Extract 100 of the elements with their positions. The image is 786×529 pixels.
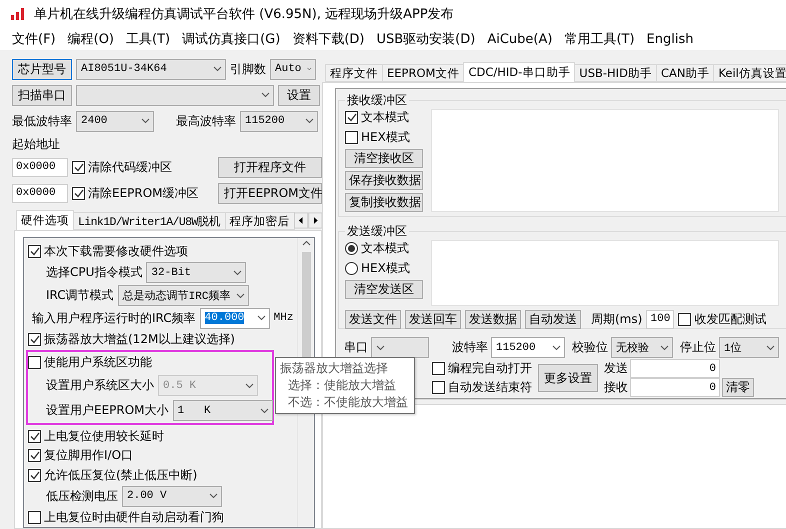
menu-item[interactable]: 资料下载(D) (286, 30, 370, 48)
menu-item[interactable]: 文件(F) (6, 30, 62, 48)
tab[interactable]: CAN助手 (656, 64, 714, 82)
checkbox[interactable] (28, 356, 41, 370)
option-label: 上电复位时由硬件自动启动看门狗 (44, 508, 224, 526)
checkbox[interactable] (432, 362, 445, 376)
group-title: 接收缓冲区 (346, 92, 408, 109)
menu-item[interactable]: 编程(O) (62, 30, 120, 48)
radio-button[interactable] (345, 262, 358, 275)
checkbox[interactable] (72, 186, 85, 200)
serial-label: 波特率 (452, 339, 488, 356)
checkbox-label: HEX模式 (361, 129, 410, 146)
tab[interactable]: 程序加密后 (224, 212, 295, 230)
checkbox-label: 编程完自动打开 (448, 360, 532, 378)
send-action-button[interactable]: 发送文件 (345, 310, 401, 328)
send-action-button[interactable]: 自动发送 (525, 310, 581, 328)
chevron-down-icon (766, 344, 775, 351)
open-file-button[interactable]: 打开EEPROM文件 (218, 182, 322, 204)
tab[interactable]: USB-HID助手 (574, 64, 657, 82)
option-select[interactable]: 2.00 V (122, 486, 222, 507)
checkbox[interactable] (678, 312, 692, 326)
send-action-button[interactable]: 发送数据 (465, 310, 521, 328)
serial-label: 停止位 (680, 339, 716, 356)
option-label: 设置用户系统区大小 (46, 377, 154, 394)
menu-item[interactable]: 工具(T) (120, 30, 176, 48)
option-select[interactable]: 总是动态调节IRC频率 (118, 285, 250, 306)
chevron-down-icon (233, 270, 242, 276)
frequency-combo[interactable]: 40.000 (200, 308, 270, 329)
option-label: 低压检测电压 (46, 488, 118, 505)
counter-label: 接收 (604, 379, 628, 396)
serial-select[interactable]: 115200 (491, 337, 565, 358)
checkbox-label: 自动发送结束符 (448, 379, 532, 396)
chip-type-button[interactable]: 芯片型号 (12, 58, 72, 80)
tab[interactable]: CDC/HID-串口助手 (463, 62, 576, 82)
serial-select[interactable]: 无校验 (611, 337, 673, 358)
reset-button[interactable]: 清零 (722, 378, 754, 398)
scroll-arrows-icon[interactable] (294, 212, 322, 229)
serial-label: 串口 (344, 339, 368, 356)
more-settings-button[interactable]: 更多设置 (538, 364, 598, 392)
chevron-down-icon (256, 315, 266, 322)
period-field[interactable]: 100 (646, 310, 674, 328)
counter-field: 0 (630, 359, 720, 378)
address-field[interactable]: 0x0000 (12, 184, 68, 202)
tab[interactable]: Link1D/Writer1A/U8W脱机 (73, 212, 226, 230)
chevron-down-icon (209, 493, 218, 500)
radio-button[interactable] (345, 242, 358, 255)
serial-select[interactable]: 1位 (719, 337, 779, 358)
option-select[interactable]: 32-Bit (146, 262, 246, 284)
chevron-down-icon (260, 408, 269, 414)
option-label: 允许低压复位(禁止低压中断) (44, 466, 198, 484)
tab[interactable]: 硬件选项 (16, 210, 74, 230)
option-label: 复位脚用作I/O口 (44, 447, 134, 464)
receive-button[interactable]: 清空接收区 (345, 149, 423, 168)
settings-button[interactable]: 设置 (278, 84, 320, 106)
chip-model-select[interactable]: AI8051U-34K64 (76, 58, 226, 80)
tooltip-title: 振荡器放大增益选择 (280, 360, 389, 377)
chevron-down-icon (552, 344, 561, 351)
max-baud-select[interactable]: 115200 (240, 110, 318, 132)
menu-item[interactable]: AiCube(A) (481, 32, 558, 46)
chevron-down-icon (660, 344, 669, 351)
option-label: 本次下载需要修改硬件选项 (44, 243, 188, 260)
min-baud-label: 最低波特率 (12, 112, 72, 130)
checkbox[interactable] (345, 111, 358, 124)
chevron-down-icon (261, 92, 270, 98)
address-field[interactable]: 0x0000 (12, 158, 68, 176)
checkbox[interactable] (28, 468, 41, 482)
send-action-button[interactable]: 发送回车 (405, 310, 461, 328)
checkbox[interactable] (28, 245, 41, 258)
chevron-down-icon (307, 66, 312, 72)
min-baud-select[interactable]: 2400 (76, 110, 154, 132)
tooltip-line: 选择：使能放大增益 (287, 377, 397, 394)
tooltip-line: 不选：不使能放大增益 (287, 394, 408, 411)
checkbox[interactable] (345, 131, 358, 144)
option-label: 上电复位使用较长延时 (44, 428, 164, 446)
checkbox[interactable] (28, 333, 41, 346)
clear-send-button[interactable]: 清空发送区 (345, 280, 423, 299)
tab[interactable]: 程序文件 (325, 64, 383, 82)
serial-select[interactable] (371, 337, 429, 358)
checkbox[interactable] (28, 510, 41, 524)
period-label: 周期(ms) (591, 310, 642, 328)
menu-item[interactable]: English (640, 32, 700, 46)
menu-item[interactable]: 调试仿真接口(G) (176, 30, 286, 48)
scan-port-button[interactable]: 扫描串口 (12, 84, 72, 106)
menu-item[interactable]: 常用工具(T) (558, 30, 641, 48)
checkbox[interactable] (28, 430, 41, 444)
radio-label: 文本模式 (361, 240, 409, 257)
menu-item[interactable]: USB驱动安装(D) (370, 30, 482, 48)
checkbox-label: 清除代码缓冲区 (88, 158, 172, 176)
checkbox[interactable] (28, 449, 41, 462)
open-file-button[interactable]: 打开程序文件 (218, 156, 322, 178)
receive-button[interactable]: 保存接收数据 (345, 171, 423, 190)
checkbox[interactable] (72, 160, 85, 174)
tab[interactable]: EEPROM文件 (382, 64, 464, 82)
checkbox[interactable] (432, 381, 445, 394)
option-select[interactable]: 1 K (172, 400, 273, 422)
option-label: 设置用户EEPROM大小 (46, 402, 169, 420)
receive-button[interactable]: 复制接收数据 (345, 193, 423, 212)
option-label: 选择CPU指令模式 (46, 264, 142, 282)
pins-select[interactable]: Auto (270, 58, 316, 80)
option-label: IRC调节模式 (46, 287, 114, 304)
